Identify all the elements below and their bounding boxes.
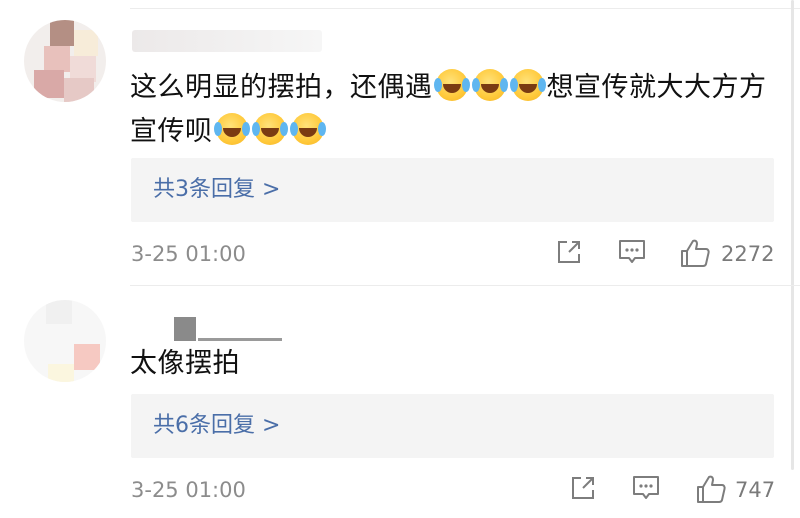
- thumbs-up-icon[interactable]: [695, 474, 727, 506]
- comment-meta: 3-25 01:00 747: [131, 472, 776, 508]
- comment-item: 太像摆拍 共6条回复 > 3-25 01:00 747: [0, 286, 800, 518]
- comment-time: 3-25 01:00: [131, 478, 246, 502]
- comment-text: 这么明显的摆拍，还偶遇 想宣传就大大方方宣传呗: [130, 66, 776, 154]
- share-icon[interactable]: [555, 238, 583, 270]
- view-replies-button[interactable]: 共3条回复 >: [131, 158, 774, 222]
- laughing-crying-emoji-icon: [289, 113, 324, 145]
- comment-text-part1: 这么明显的摆拍，还偶遇: [130, 72, 433, 103]
- laughing-crying-emoji-icon: [213, 113, 248, 145]
- laughing-crying-emoji-icon: [471, 69, 506, 101]
- view-replies-button[interactable]: 共6条回复 >: [131, 394, 774, 458]
- comment-text: 太像摆拍: [130, 348, 240, 379]
- username-blurred[interactable]: [132, 314, 282, 341]
- laughing-crying-emoji-icon: [509, 69, 544, 101]
- like-count: 2272: [721, 242, 775, 266]
- top-divider: [130, 8, 800, 9]
- comment-meta: 3-25 01:00 2272: [131, 236, 774, 272]
- avatar[interactable]: [24, 20, 106, 102]
- avatar[interactable]: [24, 300, 106, 382]
- laughing-crying-emoji-icon: [251, 113, 286, 145]
- thumbs-up-icon[interactable]: [679, 238, 711, 270]
- comment-time: 3-25 01:00: [131, 242, 246, 266]
- share-icon[interactable]: [569, 474, 597, 506]
- laughing-crying-emoji-icon: [433, 69, 468, 101]
- username-blurred[interactable]: [132, 30, 322, 52]
- comment-icon[interactable]: [617, 238, 647, 270]
- like-count: 747: [735, 478, 776, 502]
- comment-icon[interactable]: [631, 474, 661, 506]
- comment-item: 这么明显的摆拍，还偶遇 想宣传就大大方方宣传呗 共3条回复 > 3-25 01:0…: [0, 10, 800, 286]
